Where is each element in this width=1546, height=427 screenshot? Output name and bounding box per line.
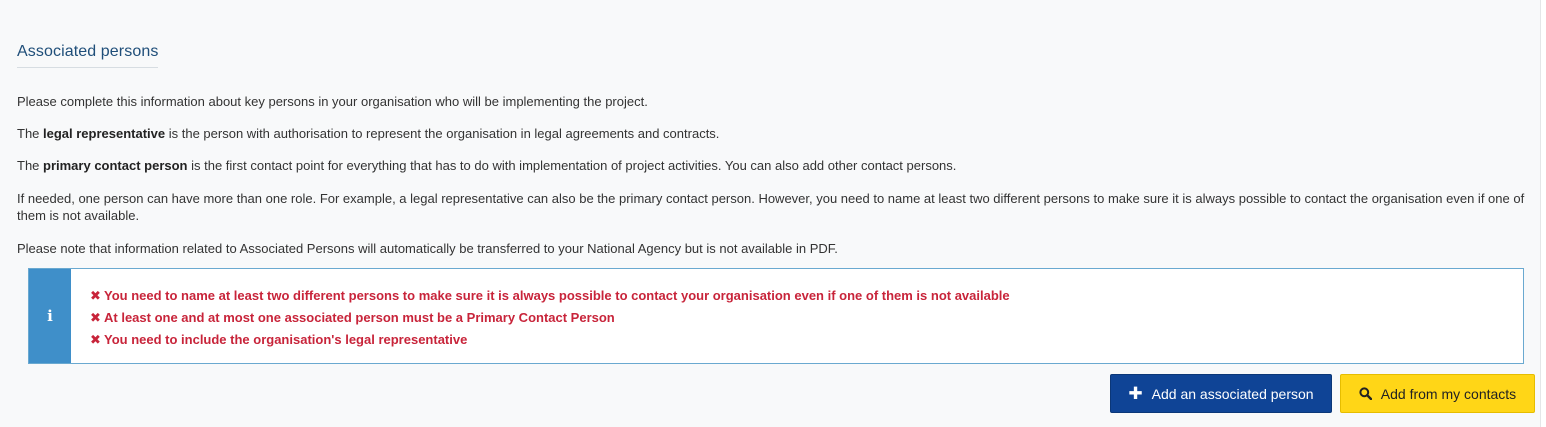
search-icon [1359, 387, 1372, 400]
section-title: Associated persons [17, 43, 159, 68]
right-panel-edge [1540, 0, 1546, 427]
plus-icon: ✚ [1128, 383, 1143, 404]
paragraph-text: is the person with authorisation to repr… [165, 126, 720, 141]
paragraph-text: is the first contact point for everythin… [187, 158, 957, 173]
intro-paragraph-roles: If needed, one person can have more than… [17, 191, 1525, 223]
add-from-contacts-label: Add from my contacts [1380, 385, 1517, 402]
intro-paragraph-primary-contact: The primary contact person is the first … [17, 157, 1527, 174]
intro-paragraph-1: Please complete this information about k… [17, 94, 648, 109]
add-from-contacts-button[interactable]: Add from my contacts [1340, 374, 1535, 413]
error-list: ✖ You need to name at least two different… [90, 285, 1010, 351]
paragraph-prefix: The [17, 126, 44, 141]
error-item: ✖ At least one and at most one associated… [90, 307, 1010, 329]
intro-paragraph-national-agency: Please note that information related to … [17, 241, 838, 256]
x-icon: ✖ [90, 333, 101, 348]
validation-alert: i ✖ You need to name at least two differe… [28, 268, 1524, 364]
add-associated-person-button[interactable]: ✚ Add an associated person [1110, 374, 1332, 413]
legal-representative-term: legal representative [43, 126, 166, 141]
error-item: ✖ You need to name at least two different… [90, 285, 1010, 307]
error-text: At least one and at most one associated … [104, 310, 615, 325]
error-item: ✖ You need to include the organisation's … [90, 329, 1010, 351]
x-icon: ✖ [90, 311, 101, 326]
intro-paragraph-legal-representative: The legal representative is the person w… [17, 125, 1527, 142]
error-text: You need to include the organisation's l… [104, 332, 468, 347]
info-icon: i [47, 307, 53, 325]
add-associated-person-label: Add an associated person [1151, 385, 1314, 402]
alert-icon-strip: i [29, 269, 71, 363]
paragraph-prefix: The [17, 158, 44, 173]
error-text: You need to name at least two different … [104, 288, 1010, 303]
x-icon: ✖ [90, 289, 101, 304]
primary-contact-term: primary contact person [43, 158, 188, 173]
